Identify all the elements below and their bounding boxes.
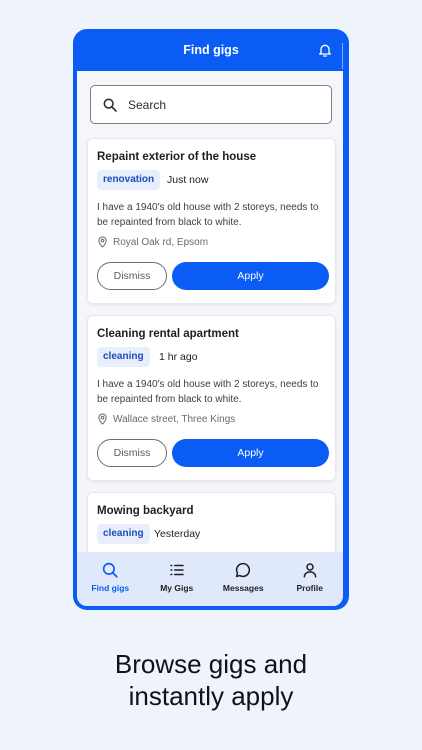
bottom-navigation: Find gigs My Gigs Messages Profile <box>77 552 343 606</box>
nav-label: My Gigs <box>160 583 194 593</box>
gig-card[interactable]: Repaint exterior of the house renovation… <box>87 138 336 304</box>
gig-description: I have a 1940's old house with 2 storeys… <box>97 202 319 228</box>
person-icon <box>303 563 317 578</box>
location-pin-icon <box>98 413 107 425</box>
divider <box>342 43 343 69</box>
category-tag: cleaning <box>97 524 150 544</box>
category-tag: renovation <box>97 170 161 190</box>
posted-time: Just now <box>167 174 209 186</box>
location-text: Royal Oak rd, Epsom <box>113 236 209 248</box>
app-bar: Find gigs <box>73 29 349 71</box>
gig-location: Royal Oak rd, Epsom <box>97 236 208 248</box>
gig-location: Wallace street, Three Kings <box>97 413 235 425</box>
caption-line: instantly apply <box>128 681 294 711</box>
nav-my-gigs[interactable]: My Gigs <box>144 552 211 606</box>
list-icon <box>170 564 184 576</box>
chat-bubble-icon <box>236 562 251 578</box>
gig-title: Cleaning rental apartment <box>97 328 239 340</box>
gig-title: Repaint exterior of the house <box>97 151 257 163</box>
nav-label: Profile <box>296 583 323 593</box>
posted-time: Yesterday <box>154 528 201 540</box>
nav-profile[interactable]: Profile <box>277 552 344 606</box>
page-title: Find gigs <box>183 43 239 57</box>
nav-find-gigs[interactable]: Find gigs <box>77 552 144 606</box>
location-pin-icon <box>98 236 107 248</box>
search-icon <box>103 98 117 112</box>
nav-messages[interactable]: Messages <box>210 552 277 606</box>
dismiss-button[interactable]: Dismiss <box>97 439 167 467</box>
gig-title: Mowing backyard <box>97 505 194 517</box>
location-text: Wallace street, Three Kings <box>113 413 236 425</box>
search-box[interactable] <box>90 85 332 124</box>
category-tag: cleaning <box>97 347 150 367</box>
nav-label: Messages <box>222 583 264 593</box>
marketing-caption: Browse gigs and instantly apply <box>0 648 422 712</box>
phone-frame: Find gigs Repaint exterior of the house … <box>73 29 349 610</box>
search-icon <box>103 562 118 578</box>
bell-icon[interactable] <box>317 42 333 58</box>
apply-button[interactable]: Apply <box>172 439 329 467</box>
screen: Repaint exterior of the house renovation… <box>77 71 343 606</box>
gig-description: I have a 1940's old house with 2 storeys… <box>97 379 319 405</box>
apply-button[interactable]: Apply <box>172 262 329 290</box>
caption-line: Browse gigs and <box>114 649 308 679</box>
search-input[interactable] <box>128 97 308 112</box>
gig-card[interactable]: Cleaning rental apartment cleaning 1 hr … <box>87 315 336 481</box>
dismiss-button[interactable]: Dismiss <box>97 262 167 290</box>
nav-label: Find gigs <box>91 583 130 593</box>
posted-time: 1 hr ago <box>159 351 198 363</box>
